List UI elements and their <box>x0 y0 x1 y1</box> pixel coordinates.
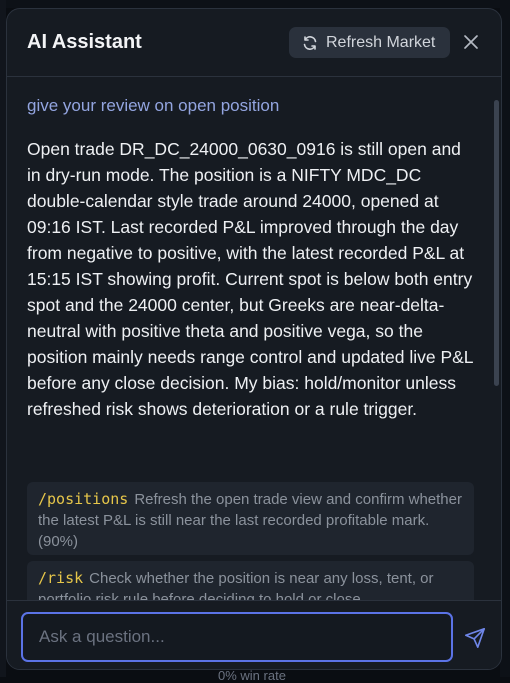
panel-header: AI Assistant Refresh Market <box>7 9 501 77</box>
close-icon <box>464 35 478 49</box>
refresh-market-button[interactable]: Refresh Market <box>289 27 450 58</box>
user-question: give your review on open position <box>27 96 280 115</box>
suggestion-command: /risk <box>38 569 84 587</box>
send-icon <box>465 628 485 648</box>
refresh-icon <box>303 35 317 50</box>
suggestion-positions[interactable]: /positions Refresh the open trade view an… <box>27 482 474 555</box>
question-input-wrapper <box>21 612 453 662</box>
panel-title: AI Assistant <box>27 31 142 53</box>
close-button[interactable] <box>459 30 483 54</box>
input-footer <box>7 600 501 669</box>
background-win-rate-text: 0% win rate <box>218 668 286 683</box>
suggestion-text: Check whether the position is near any l… <box>38 570 434 600</box>
question-input[interactable] <box>39 627 451 647</box>
assistant-answer: Open trade DR_DC_24000_0630_0916 is stil… <box>27 139 473 419</box>
conversation-scrollbar[interactable] <box>494 100 499 386</box>
background-top <box>0 0 510 8</box>
send-button[interactable] <box>462 625 488 651</box>
suggestion-risk[interactable]: /risk Check whether the position is near … <box>27 561 474 600</box>
ai-assistant-panel: AI Assistant Refresh Market give your re… <box>6 8 502 670</box>
refresh-market-label: Refresh Market <box>326 33 436 51</box>
suggestion-command: /positions <box>38 490 129 508</box>
conversation-area[interactable]: give your review on open position Open t… <box>7 78 501 600</box>
